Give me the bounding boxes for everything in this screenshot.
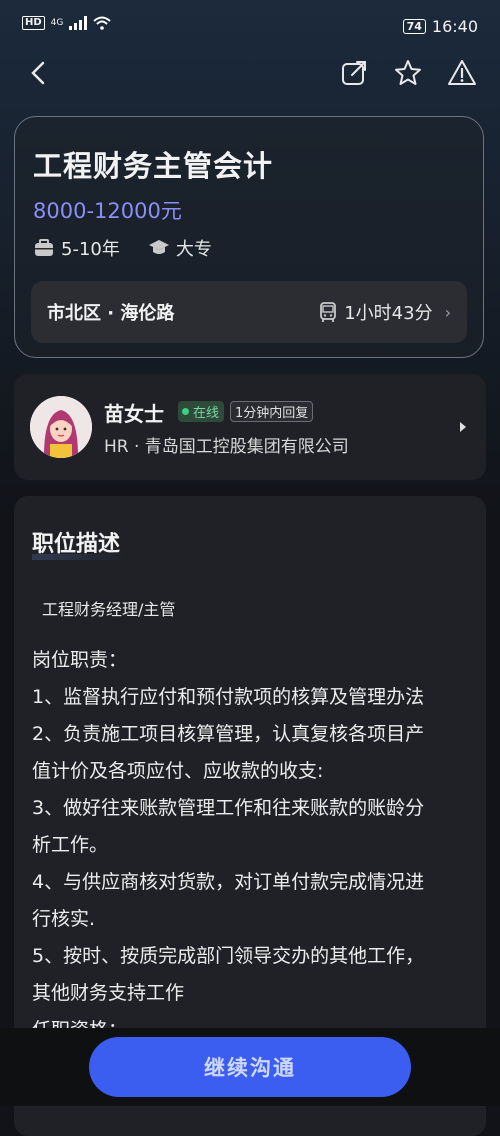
commute-info: 1小时43分 ›	[318, 299, 451, 325]
chevron-right-icon: ›	[444, 302, 451, 322]
avatar	[30, 396, 92, 458]
salary-range: 8000-12000元	[33, 199, 182, 223]
online-badge: 在线	[178, 401, 225, 422]
education-label: 大专	[175, 239, 212, 260]
recruiter-name: 苗女士	[104, 402, 164, 426]
warning-icon	[448, 60, 476, 85]
reply-speed-badge: 1分钟内回复	[230, 401, 314, 422]
signal-type-label: 4G	[50, 18, 64, 28]
share-button[interactable]	[338, 57, 370, 89]
commute-time-label: 1小时43分	[344, 303, 433, 324]
section-title: 职位描述	[32, 526, 127, 560]
briefcase-icon	[35, 239, 53, 256]
description-line: 3、做好往来账款管理工作和往来账款的账龄分	[32, 797, 425, 819]
location-row[interactable]: 市北区 · 海伦路 1小时43分 ›	[31, 281, 467, 343]
location-label: 市北区 · 海伦路	[47, 303, 175, 324]
star-icon	[395, 60, 421, 85]
avatar-illustration	[30, 396, 92, 458]
description-line: 5、按时、按质完成部门领导交办的其他工作，	[32, 945, 425, 967]
online-label: 在线	[193, 406, 220, 421]
nav-bar	[0, 54, 500, 94]
wifi-icon	[93, 16, 112, 30]
recruiter-company: HR · 青岛国工控股集团有限公司	[104, 437, 349, 457]
description-body: 岗位职责： 1、监督执行应付和预付款项的核算及管理办法 2、负责施工项目核算管理…	[32, 642, 478, 1049]
online-dot-icon	[182, 408, 189, 415]
status-bar: HD 4G 74 16:40	[22, 14, 478, 42]
experience-label: 5-10年	[61, 239, 120, 260]
report-button[interactable]	[446, 57, 478, 89]
clock: 16:40	[431, 17, 478, 36]
recruiter-card[interactable]: 苗女士 在线 1分钟内回复 HR · 青岛国工控股集团有限公司	[14, 374, 486, 480]
description-line: 1、监督执行应付和预付款项的核算及管理办法	[32, 686, 425, 708]
battery-indicator: 74	[402, 19, 426, 34]
back-button[interactable]	[24, 58, 54, 88]
network-type-label: HD	[22, 16, 45, 30]
description-line: 析工作。	[32, 834, 109, 856]
job-summary-card: 工程财务主管会计 8000-12000元 5-10年 大专 市北区 · 海伦路 …	[14, 116, 484, 358]
position-category: 工程财务经理/主管	[42, 600, 176, 619]
bus-icon	[320, 302, 337, 322]
caret-right-icon	[460, 422, 466, 432]
chevron-left-icon	[31, 61, 45, 85]
share-icon	[342, 61, 366, 85]
job-requirements: 5-10年 大专	[33, 235, 212, 261]
description-line: 其他财务支持工作	[32, 982, 185, 1004]
description-line: 岗位职责：	[32, 649, 128, 671]
description-line: 2、负责施工项目核算管理，认真复核各项目产	[32, 723, 425, 745]
description-line: 值计价及各项应付、应收款的收支:	[32, 760, 324, 782]
signal-bars-icon	[69, 16, 88, 30]
description-line: 4、与供应商核对货款，对订单付款完成情况进	[32, 871, 425, 893]
description-line: 行核实.	[32, 908, 96, 930]
favorite-button[interactable]	[392, 57, 424, 89]
graduation-cap-icon	[148, 240, 169, 254]
job-title: 工程财务主管会计	[33, 149, 274, 183]
continue-chat-button[interactable]: 继续沟通	[89, 1037, 411, 1097]
